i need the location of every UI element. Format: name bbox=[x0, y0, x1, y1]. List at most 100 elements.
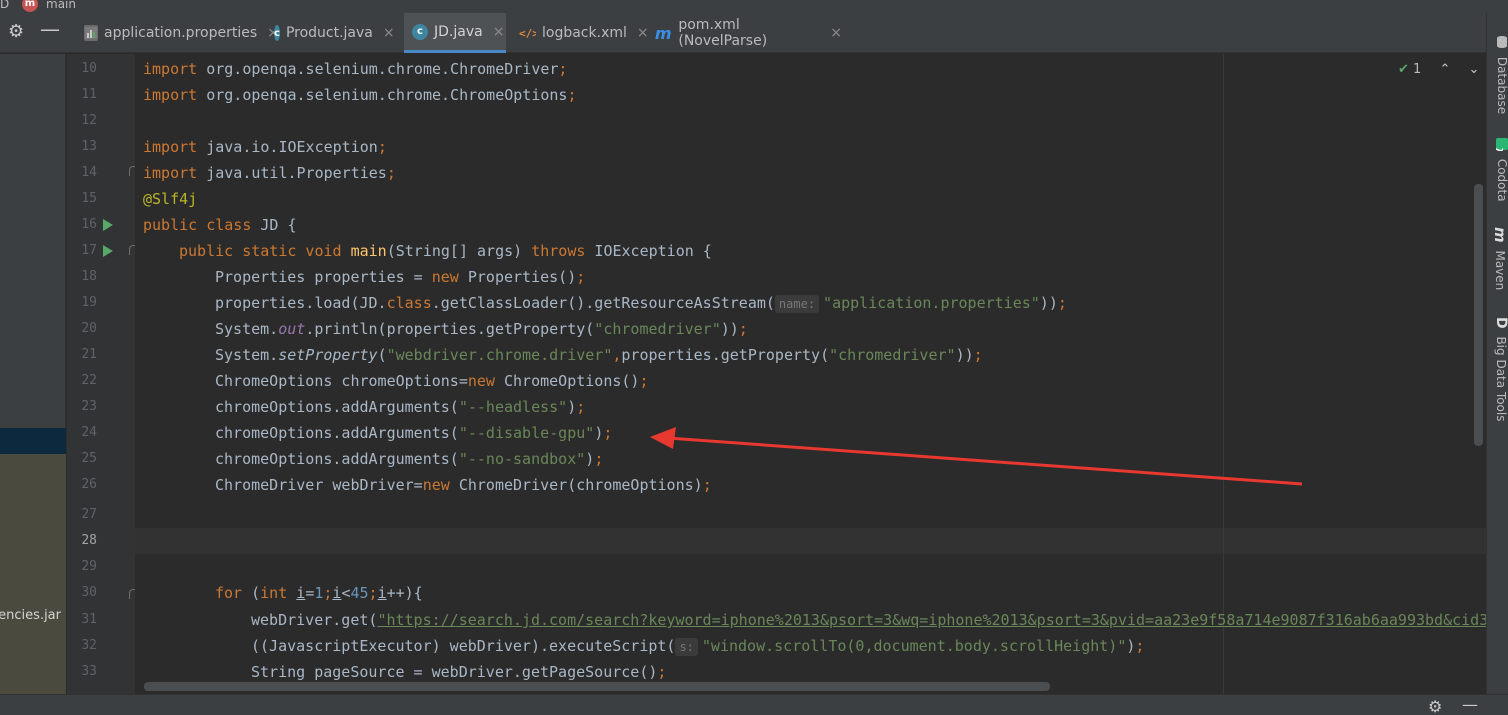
line-number: 26 bbox=[81, 477, 97, 492]
line-number: 14 bbox=[81, 165, 97, 180]
class-icon: c bbox=[274, 25, 280, 41]
code-line: System.out.println(properties.getPropert… bbox=[215, 320, 748, 338]
selected-tree-item[interactable] bbox=[0, 428, 66, 454]
tab-application-properties[interactable]: application.properties × bbox=[76, 13, 279, 53]
xml-file-icon: </> bbox=[518, 25, 536, 41]
line-number: 19 bbox=[81, 295, 97, 310]
line-number: 18 bbox=[81, 269, 97, 284]
close-icon[interactable]: × bbox=[493, 24, 505, 40]
gear-icon[interactable]: ⚙ bbox=[8, 21, 24, 42]
line-number: 33 bbox=[81, 664, 97, 679]
code-line: chromeOptions.addArguments("--no-sandbox… bbox=[215, 450, 604, 468]
line-number: 11 bbox=[81, 87, 97, 102]
breadcrumb: D m main bbox=[0, 0, 1508, 13]
code-line: chromeOptions.addArguments("--disable-gp… bbox=[215, 424, 613, 442]
line-number: 21 bbox=[81, 347, 97, 362]
code-line: import org.openqa.selenium.chrome.Chrome… bbox=[143, 86, 577, 104]
tab-product-java[interactable]: c Product.java × bbox=[266, 13, 395, 53]
run-main-icon[interactable] bbox=[103, 245, 113, 257]
svg-text:</>: </> bbox=[519, 27, 536, 40]
tool-window-database[interactable]: Database bbox=[1489, 35, 1508, 114]
line-number-current: 28 bbox=[81, 533, 97, 548]
parameter-hint: s: bbox=[675, 638, 698, 656]
line-number: 16 bbox=[81, 217, 97, 232]
tab-label: JD.java bbox=[434, 23, 483, 40]
current-line-highlight bbox=[135, 528, 1486, 554]
tab-label: logback.xml bbox=[542, 25, 627, 41]
svg-text:λ: λ bbox=[1495, 148, 1503, 151]
code-line: import java.util.Properties; bbox=[143, 164, 396, 182]
line-number: 10 bbox=[81, 61, 97, 76]
code-line: import org.openqa.selenium.chrome.Chrome… bbox=[143, 60, 568, 78]
code-editor[interactable]: import org.openqa.selenium.chrome.Chrome… bbox=[135, 54, 1486, 694]
code-line: System.setProperty("webdriver.chrome.dri… bbox=[215, 346, 983, 364]
tab-jd-java[interactable]: c JD.java × bbox=[404, 13, 506, 53]
maven-icon: m bbox=[1491, 227, 1508, 243]
chevron-up-icon[interactable]: ⌃ bbox=[1439, 62, 1450, 77]
close-icon[interactable]: × bbox=[830, 25, 842, 41]
url-link: "https://search.jd.com/search?keyword=ip… bbox=[377, 611, 1486, 629]
line-number: 20 bbox=[81, 321, 97, 336]
parameter-hint: name: bbox=[774, 295, 820, 313]
line-number: 27 bbox=[81, 507, 97, 522]
line-number: 12 bbox=[81, 113, 97, 128]
bottom-tool-bar: ⚙ — bbox=[0, 694, 1508, 715]
big-data-tools-icon: D bbox=[1493, 317, 1508, 329]
tab-logback-xml[interactable]: </> logback.xml × bbox=[510, 13, 649, 53]
code-line: @Slf4j bbox=[143, 190, 198, 208]
class-icon: c bbox=[412, 23, 428, 40]
line-number: 25 bbox=[81, 451, 97, 466]
tab-pom-xml[interactable]: m pom.xml (NovelParse) × bbox=[646, 13, 842, 53]
breadcrumb-fragment[interactable]: D bbox=[0, 0, 9, 11]
line-number: 24 bbox=[81, 425, 97, 440]
line-number: 17 bbox=[81, 243, 97, 258]
line-number: 23 bbox=[81, 399, 97, 414]
tab-label: application.properties bbox=[104, 25, 258, 41]
database-icon bbox=[1495, 35, 1508, 49]
code-line: for (int i=1;i<45;i++){ bbox=[215, 584, 423, 602]
code-line: public class JD { bbox=[143, 216, 297, 234]
maven-icon: m bbox=[654, 23, 672, 43]
code-line: properties.load(JD.class.getClassLoader(… bbox=[215, 294, 1067, 313]
run-class-icon[interactable] bbox=[103, 219, 113, 231]
properties-file-icon bbox=[84, 25, 98, 41]
chevron-down-icon[interactable]: ⌄ bbox=[1469, 62, 1480, 77]
double-check-icon: ✔ bbox=[1398, 62, 1409, 77]
code-line: ChromeDriver webDriver=new ChromeDriver(… bbox=[215, 476, 712, 494]
tab-label: pom.xml (NovelParse) bbox=[678, 17, 768, 49]
module-badge-icon: m bbox=[22, 0, 38, 12]
line-number: 29 bbox=[81, 559, 97, 574]
line-number: 30 bbox=[81, 585, 97, 600]
tool-window-maven[interactable]: m Maven bbox=[1489, 227, 1508, 290]
inspection-count: 1 bbox=[1413, 62, 1422, 77]
close-icon[interactable]: × bbox=[383, 25, 395, 41]
code-line: ((JavascriptExecutor) webDriver).execute… bbox=[251, 637, 1145, 656]
breadcrumb-module[interactable]: main bbox=[46, 0, 76, 11]
codota-icon: λ bbox=[1493, 137, 1508, 154]
code-line: public static void main(String[] args) t… bbox=[179, 242, 712, 260]
minus-icon[interactable]: — bbox=[40, 17, 60, 41]
vertical-scrollbar[interactable] bbox=[1474, 184, 1483, 446]
code-line: Properties properties = new Properties()… bbox=[215, 268, 586, 286]
line-number: 15 bbox=[81, 191, 97, 206]
line-number: 22 bbox=[81, 373, 97, 388]
code-line: webDriver.get("https://search.jd.com/sea… bbox=[251, 607, 1486, 633]
tab-label: Product.java bbox=[285, 25, 373, 41]
right-tool-strip: Database λ Codota m Maven D Big Data Too… bbox=[1486, 13, 1508, 694]
minus-icon[interactable]: — bbox=[1462, 695, 1478, 714]
project-panel: encies.jar bbox=[0, 54, 66, 694]
right-margin-guide bbox=[1223, 54, 1224, 694]
gear-icon[interactable]: ⚙ bbox=[1428, 697, 1442, 715]
code-line: chromeOptions.addArguments("--headless")… bbox=[215, 398, 586, 416]
editor-tab-bar: ⚙ — application.properties × c Product.j… bbox=[0, 13, 1486, 53]
code-line: import java.io.IOException; bbox=[143, 138, 387, 156]
code-line: ChromeOptions chromeOptions=new ChromeOp… bbox=[215, 372, 649, 390]
external-libraries-section[interactable] bbox=[0, 454, 66, 694]
tool-window-big-data-tools[interactable]: D Big Data Tools bbox=[1489, 317, 1508, 421]
tree-item-label[interactable]: encies.jar bbox=[0, 608, 61, 623]
horizontal-scrollbar[interactable] bbox=[144, 682, 1050, 691]
tool-window-codota[interactable]: λ Codota bbox=[1489, 137, 1508, 202]
inspection-widget[interactable]: ✔ 1 ⌃ ⌄ bbox=[1398, 62, 1479, 77]
editor-gutter: 10 11 12 13 14 15 16 17 18 19 20 21 22 2… bbox=[67, 54, 138, 694]
line-number: 13 bbox=[81, 139, 97, 154]
